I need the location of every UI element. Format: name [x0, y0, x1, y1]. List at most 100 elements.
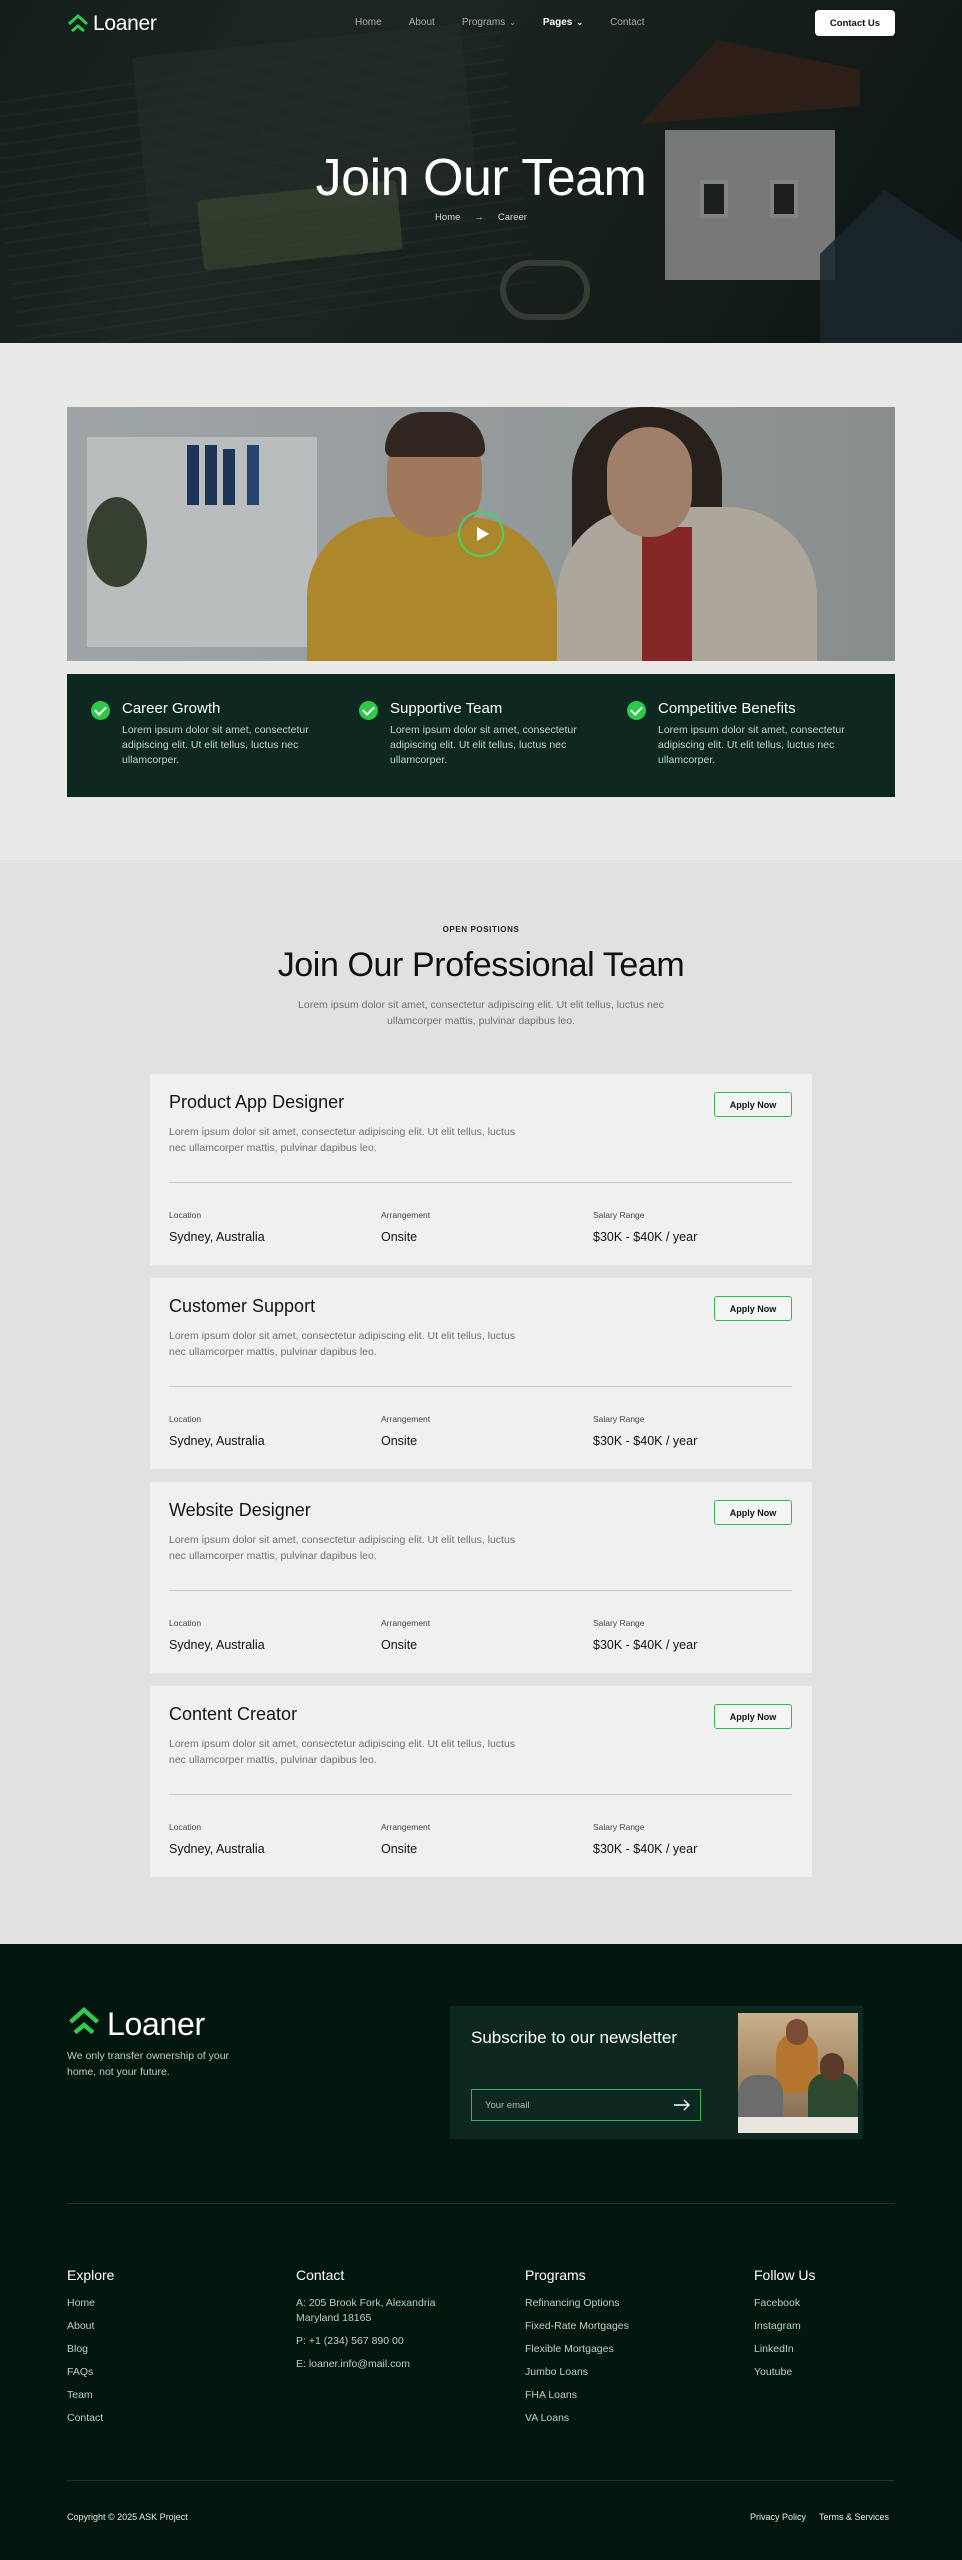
- contact-us-button[interactable]: Contact Us: [815, 10, 895, 36]
- arrow-right-icon: →: [474, 212, 484, 223]
- job-location: Location Sydney, Australia: [169, 1414, 265, 1448]
- benefit-career-growth: Career Growth Lorem ipsum dolor sit amet…: [91, 700, 359, 797]
- arrangement-value: Onsite: [381, 1434, 418, 1448]
- section-eyebrow: OPEN POSITIONS: [442, 925, 520, 934]
- benefit-text: Lorem ipsum dolor sit amet, consectetur …: [390, 724, 577, 766]
- footer-column-follow: Follow Us Facebook Instagram LinkedIn Yo…: [754, 2267, 815, 2388]
- terms-link[interactable]: Terms & Services: [819, 2512, 889, 2522]
- job-salary: Salary Range $30K - $40K / year: [593, 1618, 697, 1652]
- footer-link-refinancing[interactable]: Refinancing Options: [525, 2296, 629, 2311]
- house-arrow-icon: [67, 2006, 101, 2042]
- job-description: Lorem ipsum dolor sit amet, consectetur …: [169, 1330, 516, 1358]
- footer-email[interactable]: E: loaner.info@mail.com: [296, 2357, 456, 2372]
- main-menu: Home About Programs ⌄ Pages ⌄ Contact: [355, 17, 672, 28]
- location-label: Location: [169, 1414, 202, 1424]
- job-arrangement: Arrangement Onsite: [381, 1618, 430, 1652]
- hero-section: Loaner Home About Programs ⌄ Pages ⌄ Conta…: [0, 0, 962, 343]
- footer-link-facebook[interactable]: Facebook: [754, 2296, 815, 2311]
- page-title: Join Our Team: [315, 149, 647, 207]
- apply-now-button[interactable]: Apply Now: [714, 1092, 792, 1117]
- salary-value: $30K - $40K / year: [593, 1638, 698, 1652]
- footer-link-jumbo[interactable]: Jumbo Loans: [525, 2365, 629, 2380]
- nav-home-label: Home: [355, 17, 382, 28]
- arrow-right-icon[interactable]: [672, 2097, 692, 2113]
- divider: [169, 1794, 792, 1795]
- divider: [169, 1182, 792, 1183]
- nav-programs[interactable]: Programs ⌄: [462, 17, 516, 28]
- legal-links: Privacy Policy Terms & Services: [750, 2512, 889, 2522]
- check-icon: [627, 701, 646, 720]
- nav-about-label: About: [408, 17, 435, 28]
- arrangement-label: Arrangement: [381, 1414, 431, 1424]
- footer-tagline: We only transfer ownership of your home,…: [67, 2050, 230, 2078]
- footer-brand-name: Loaner: [107, 2006, 205, 2042]
- job-location: Location Sydney, Australia: [169, 1618, 265, 1652]
- footer-link-team[interactable]: Team: [67, 2388, 114, 2403]
- divider: [169, 1386, 792, 1387]
- arrangement-value: Onsite: [381, 1842, 418, 1856]
- nav-contact[interactable]: Contact: [610, 17, 644, 28]
- salary-label: Salary Range: [593, 1618, 645, 1628]
- nav-about[interactable]: About: [409, 17, 435, 28]
- footer-column-title: Programs: [525, 2267, 586, 2283]
- footer-link-about[interactable]: About: [67, 2319, 114, 2334]
- footer-phone[interactable]: P: +1 (234) 567 890 00: [296, 2334, 456, 2349]
- job-card: Product App Designer Lorem ipsum dolor s…: [150, 1074, 812, 1265]
- play-button[interactable]: [458, 511, 504, 557]
- job-description: Lorem ipsum dolor sit amet, consectetur …: [169, 1126, 516, 1154]
- job-description: Lorem ipsum dolor sit amet, consectetur …: [169, 1738, 516, 1766]
- newsletter-email-input[interactable]: [471, 2089, 701, 2121]
- salary-value: $30K - $40K / year: [593, 1842, 698, 1856]
- arrangement-label: Arrangement: [381, 1618, 431, 1628]
- benefit-competitive-benefits: Competitive Benefits Lorem ipsum dolor s…: [627, 700, 895, 797]
- apply-now-button[interactable]: Apply Now: [714, 1704, 792, 1729]
- location-label: Location: [169, 1210, 202, 1220]
- apply-now-button[interactable]: Apply Now: [714, 1500, 792, 1525]
- footer-link-youtube[interactable]: Youtube: [754, 2365, 815, 2380]
- benefit-title: Supportive Team: [390, 700, 503, 717]
- job-description: Lorem ipsum dolor sit amet, consectetur …: [169, 1534, 516, 1562]
- footer-link-va[interactable]: VA Loans: [525, 2411, 629, 2426]
- footer-column-title: Explore: [67, 2267, 115, 2283]
- chevron-down-icon: ⌄: [509, 18, 516, 27]
- divider: [169, 1590, 792, 1591]
- play-icon: [476, 527, 489, 541]
- benefit-text: Lorem ipsum dolor sit amet, consectetur …: [658, 724, 845, 766]
- benefit-text: Lorem ipsum dolor sit amet, consectetur …: [122, 724, 309, 766]
- breadcrumb-home[interactable]: Home: [435, 212, 460, 223]
- nav-pages[interactable]: Pages ⌄: [543, 17, 583, 28]
- benefits-bar: Career Growth Lorem ipsum dolor sit amet…: [67, 674, 895, 797]
- newsletter-photo: [738, 2013, 858, 2133]
- house-arrow-icon: [67, 13, 89, 34]
- nav-home[interactable]: Home: [355, 17, 382, 28]
- top-navigation: Loaner Home About Programs ⌄ Pages ⌄ Conta…: [0, 0, 962, 46]
- footer-address: A: 205 Brook Fork, Alexandria Maryland 1…: [296, 2297, 436, 2324]
- nav-contact-label: Contact: [610, 17, 645, 28]
- divider: [67, 2480, 895, 2481]
- copyright: Copyright © 2025 ASK Project: [67, 2512, 188, 2522]
- footer-link-fixed-rate[interactable]: Fixed-Rate Mortgages: [525, 2319, 629, 2334]
- brand-logo[interactable]: Loaner: [67, 12, 157, 36]
- footer-link-contact[interactable]: Contact: [67, 2411, 114, 2426]
- footer-column-title: Contact: [296, 2267, 345, 2283]
- privacy-policy-link[interactable]: Privacy Policy: [750, 2512, 806, 2522]
- job-arrangement: Arrangement Onsite: [381, 1822, 430, 1856]
- footer-link-fha[interactable]: FHA Loans: [525, 2388, 629, 2403]
- footer-link-instagram[interactable]: Instagram: [754, 2319, 815, 2334]
- salary-value: $30K - $40K / year: [593, 1434, 698, 1448]
- footer-link-faqs[interactable]: FAQs: [67, 2365, 114, 2380]
- footer-link-blog[interactable]: Blog: [67, 2342, 114, 2357]
- job-title: Website Designer: [169, 1500, 311, 1520]
- job-card: Website Designer Lorem ipsum dolor sit a…: [150, 1482, 812, 1673]
- apply-now-button[interactable]: Apply Now: [714, 1296, 792, 1321]
- footer-link-linkedin[interactable]: LinkedIn: [754, 2342, 815, 2357]
- job-location: Location Sydney, Australia: [169, 1822, 265, 1856]
- newsletter-box: Subscribe to our newsletter: [450, 2006, 863, 2139]
- team-video[interactable]: [67, 407, 895, 661]
- footer-link-home[interactable]: Home: [67, 2296, 114, 2311]
- footer-link-flexible[interactable]: Flexible Mortgages: [525, 2342, 629, 2357]
- newsletter-title: Subscribe to our newsletter: [471, 2028, 677, 2047]
- footer-logo[interactable]: Loaner: [67, 2006, 205, 2043]
- benefit-supportive-team: Supportive Team Lorem ipsum dolor sit am…: [359, 700, 627, 797]
- breadcrumb: Home → Career: [0, 212, 962, 223]
